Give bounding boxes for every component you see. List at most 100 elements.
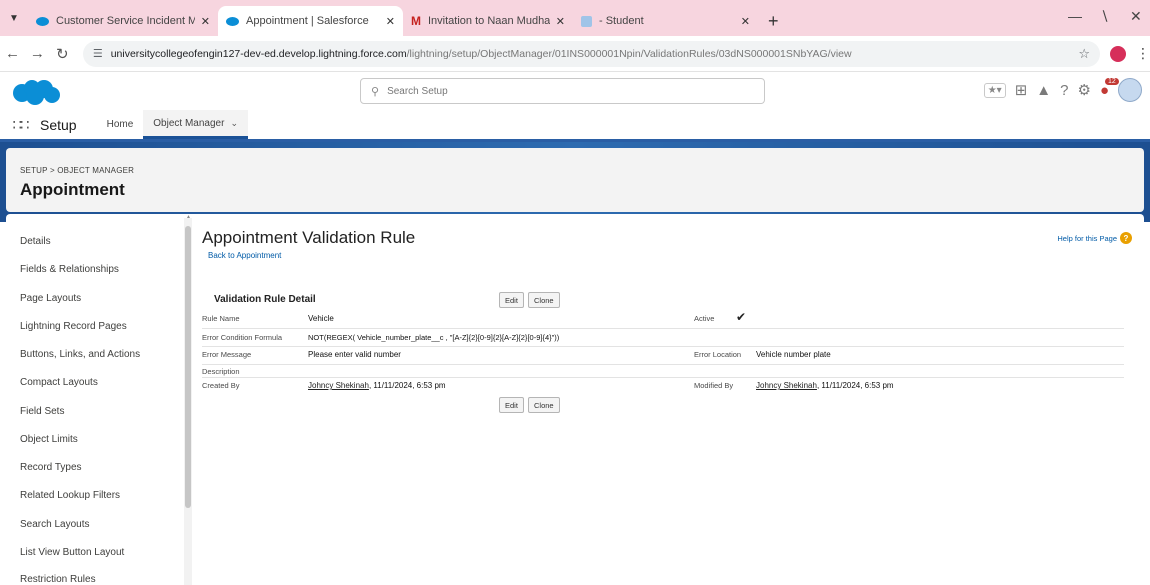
- sidebar-item-compact-layouts[interactable]: Compact Layouts: [20, 377, 98, 388]
- sidebar-item-search-layouts[interactable]: Search Layouts: [20, 519, 90, 530]
- created-date: , 11/11/2024, 6:53 pm: [368, 381, 446, 390]
- sidebar-item-buttons-links-actions[interactable]: Buttons, Links, and Actions: [20, 349, 140, 360]
- tab-title: Appointment | Salesforce: [246, 15, 369, 27]
- sidebar-item-page-layouts[interactable]: Page Layouts: [20, 293, 81, 304]
- main-panel: Details Fields & Relationships Page Layo…: [6, 214, 1144, 585]
- scroll-up-arrow-icon[interactable]: ▲: [186, 214, 191, 220]
- url-field[interactable]: ☰ universitycollegeofengin127-dev-ed.dev…: [82, 40, 1101, 67]
- object-header-card: SETUP > OBJECT MANAGER Appointment: [6, 148, 1144, 212]
- app-name: Setup: [40, 116, 77, 133]
- validation-rule-content: Appointment Validation Rule Back to Appo…: [202, 214, 1142, 585]
- page-title: Appointment Validation Rule: [202, 228, 416, 247]
- app-launcher-icon[interactable]: ∷∷: [0, 116, 40, 134]
- chevron-down-icon[interactable]: ⌄: [230, 118, 238, 129]
- search-icon: ⚲: [371, 85, 380, 98]
- formula-value: NOT(REGEX( Vehicle_number_plate__c , "[A…: [308, 333, 560, 342]
- sidebar-item-record-types[interactable]: Record Types: [20, 462, 82, 473]
- user-avatar[interactable]: [1118, 78, 1142, 102]
- browser-profile-avatar[interactable]: [1110, 45, 1127, 62]
- browser-tab-customer-service[interactable]: Customer Service Incident Ma ✕: [28, 6, 218, 36]
- clone-button-bottom[interactable]: Clone: [528, 397, 560, 413]
- reload-icon[interactable]: ↻: [50, 45, 75, 63]
- salesforce-cloud-icon: [226, 16, 239, 26]
- modified-by-user-link[interactable]: Johncy Shekinah: [756, 381, 817, 390]
- modified-by-value: Johncy Shekinah, 11/11/2024, 6:53 pm: [756, 381, 894, 390]
- setup-gear-icon[interactable]: ⚙: [1077, 81, 1090, 99]
- nav-label: Object Manager: [153, 117, 225, 129]
- setup-search-input[interactable]: ⚲ Search Setup: [360, 78, 765, 104]
- bookmark-star-icon[interactable]: ☆: [1078, 46, 1090, 62]
- browser-address-bar: ← → ↻ ☰ universitycollegeofengin127-dev-…: [0, 36, 1150, 72]
- sidebar-item-restriction-rules[interactable]: Restriction Rules: [20, 574, 96, 585]
- created-by-user-link[interactable]: Johncy Shekinah: [308, 381, 369, 390]
- close-icon[interactable]: ✕: [556, 15, 565, 28]
- sidebar-item-object-limits[interactable]: Object Limits: [20, 434, 78, 445]
- object-sidebar: Details Fields & Relationships Page Layo…: [6, 214, 182, 585]
- nav-label: Home: [106, 119, 134, 130]
- tab-title: - Student: [599, 15, 644, 27]
- url-host: universitycollegeofengin127-dev-ed.devel…: [110, 47, 407, 60]
- created-by-label: Created By: [202, 381, 240, 390]
- trailhead-icon[interactable]: ▲: [1036, 82, 1051, 99]
- global-actions-plus-icon[interactable]: ⊞: [1015, 81, 1028, 99]
- row-divider: [202, 377, 1124, 378]
- tab-title: Customer Service Incident Ma: [56, 15, 195, 27]
- close-icon[interactable]: ✕: [741, 15, 750, 28]
- window-close-icon[interactable]: ✕: [1130, 8, 1142, 25]
- browser-tab-strip: ▼ Customer Service Incident Ma ✕ Appoint…: [0, 0, 1150, 36]
- document-icon: [581, 15, 592, 27]
- browser-tab-invitation[interactable]: M Invitation to Naan Mudhalvan ✕: [403, 6, 573, 36]
- browser-tab-student[interactable]: - Student ✕: [573, 6, 758, 36]
- created-by-value: Johncy Shekinah, 11/11/2024, 6:53 pm: [308, 381, 446, 390]
- clone-button-top[interactable]: Clone: [528, 292, 560, 308]
- formula-label: Error Condition Formula: [202, 333, 283, 342]
- back-arrow-icon[interactable]: ←: [0, 45, 25, 62]
- new-tab-plus-icon[interactable]: +: [758, 6, 789, 36]
- edit-button-top[interactable]: Edit: [499, 292, 524, 308]
- active-label: Active: [694, 314, 715, 323]
- salesforce-cloud-icon: [36, 16, 49, 26]
- close-icon[interactable]: ✕: [386, 15, 395, 28]
- nav-item-home[interactable]: Home: [97, 110, 144, 139]
- active-checkmark-icon: ✔: [736, 310, 747, 324]
- notification-badge: 12: [1104, 77, 1119, 85]
- sidebar-item-fields-relationships[interactable]: Fields & Relationships: [20, 264, 119, 275]
- sidebar-item-list-view-button-layout[interactable]: List View Button Layout: [20, 547, 124, 558]
- error-message-label: Error Message: [202, 350, 252, 359]
- notifications-bell-icon[interactable]: ● 12: [1100, 77, 1119, 99]
- url-path: /lightning/setup/ObjectManager/01INS0000…: [406, 47, 852, 60]
- row-divider: [202, 328, 1124, 329]
- setup-app-nav: ∷∷ Setup Home Object Manager ⌄: [0, 110, 1150, 142]
- rule-name-value: Vehicle: [308, 314, 334, 323]
- sidebar-item-details[interactable]: Details: [20, 236, 51, 247]
- favorites-star-icon[interactable]: ★▾: [983, 82, 1006, 98]
- minimize-icon[interactable]: —: [1068, 8, 1082, 24]
- browser-tab-appointment[interactable]: Appointment | Salesforce ✕: [218, 6, 403, 36]
- edit-button-bottom[interactable]: Edit: [499, 397, 524, 413]
- nav-item-object-manager[interactable]: Object Manager ⌄: [143, 110, 248, 139]
- error-location-value: Vehicle number plate: [756, 350, 831, 359]
- search-placeholder: Search Setup: [387, 85, 448, 97]
- error-location-label: Error Location: [694, 350, 742, 359]
- salesforce-logo-icon[interactable]: [8, 78, 62, 106]
- sidebar-item-related-lookup-filters[interactable]: Related Lookup Filters: [20, 490, 120, 501]
- close-icon[interactable]: ✕: [201, 15, 210, 28]
- modified-by-label: Modified By: [694, 381, 734, 390]
- site-info-icon[interactable]: ☰: [93, 47, 103, 60]
- row-divider: [202, 346, 1124, 347]
- modified-date: , 11/11/2024, 6:53 pm: [816, 381, 894, 390]
- help-question-icon[interactable]: ?: [1060, 82, 1068, 99]
- gmail-icon: M: [411, 14, 421, 28]
- breadcrumb[interactable]: SETUP > OBJECT MANAGER: [20, 166, 1144, 175]
- browser-menu-icon[interactable]: ⋮: [1136, 45, 1150, 62]
- sidebar-item-field-sets[interactable]: Field Sets: [20, 406, 64, 417]
- forward-arrow-icon[interactable]: →: [25, 45, 50, 62]
- sidebar-item-lightning-record-pages[interactable]: Lightning Record Pages: [20, 321, 127, 332]
- tab-search-chevron-icon[interactable]: ▼: [0, 0, 28, 36]
- restore-icon[interactable]: ∖: [1100, 8, 1109, 25]
- detail-section-title: Validation Rule Detail: [214, 294, 316, 305]
- object-title: Appointment: [20, 180, 125, 199]
- help-for-this-page-link[interactable]: Help for this Page ?: [1057, 232, 1132, 244]
- sidebar-scrollbar-thumb[interactable]: [185, 226, 191, 508]
- back-to-appointment-link[interactable]: Back to Appointment: [208, 251, 281, 260]
